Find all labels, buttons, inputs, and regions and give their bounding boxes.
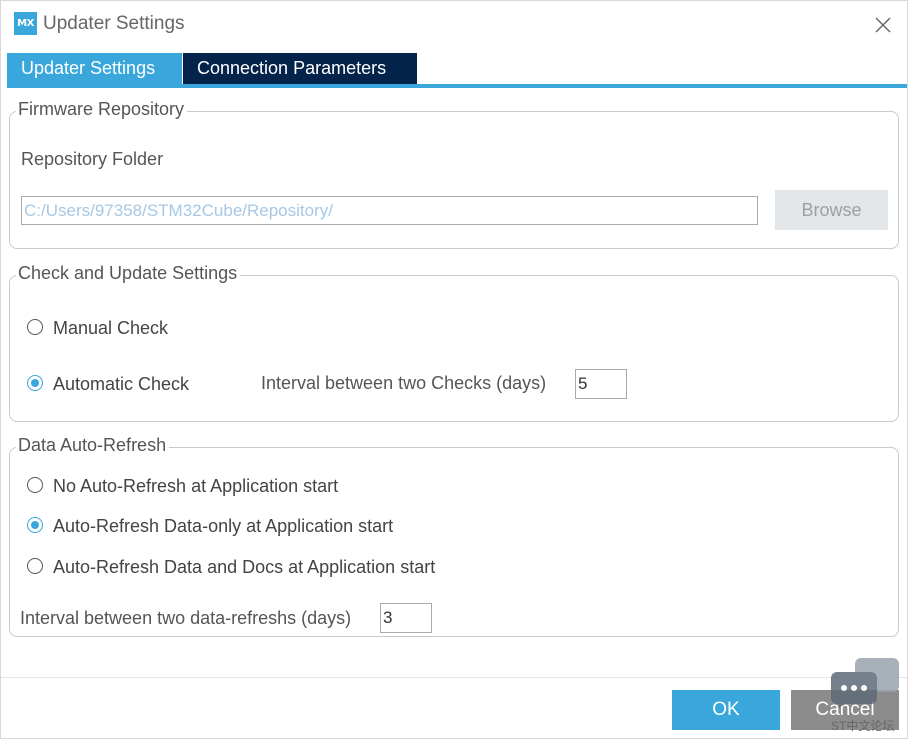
no-auto-refresh-label: No Auto-Refresh at Application start	[53, 476, 339, 496]
auto-refresh-data-only-label: Auto-Refresh Data-only at Application st…	[53, 516, 394, 536]
updater-settings-dialog: MX Updater Settings Updater Settings Con…	[0, 0, 908, 739]
browse-button[interactable]: Browse	[775, 190, 888, 230]
tab-underline	[7, 84, 907, 88]
radio-button-unchecked[interactable]	[27, 558, 43, 574]
data-auto-refresh-group: Data Auto-Refresh No Auto-Refresh at App…	[9, 435, 899, 637]
radio-button-unchecked[interactable]	[27, 477, 43, 493]
check-interval-input[interactable]: 5	[575, 369, 627, 399]
window-title: Updater Settings	[43, 13, 185, 34]
auto-refresh-data-docs-label: Auto-Refresh Data and Docs at Applicatio…	[53, 557, 436, 577]
chat-bubbles-icon	[831, 658, 899, 708]
check-update-group: Check and Update Settings Manual Check A…	[9, 263, 899, 422]
ok-button[interactable]: OK	[672, 690, 780, 730]
tab-updater-settings[interactable]: Updater Settings	[7, 53, 182, 84]
title-bar: MX Updater Settings	[1, 1, 907, 47]
repository-folder-input[interactable]: C:/Users/97358/STM32Cube/Repository/	[21, 196, 758, 225]
manual-check-label: Manual Check	[53, 318, 169, 338]
close-button[interactable]	[869, 11, 897, 39]
close-icon	[875, 17, 891, 33]
repository-folder-label: Repository Folder	[21, 149, 164, 169]
tab-connection-parameters[interactable]: Connection Parameters	[183, 53, 417, 84]
forum-watermark-text: ST中文论坛	[831, 719, 895, 733]
refresh-interval-label: Interval between two data-refreshs (days…	[20, 608, 352, 628]
refresh-interval-input[interactable]: 3	[380, 603, 432, 633]
radio-button-checked[interactable]	[27, 517, 43, 533]
check-update-legend: Check and Update Settings	[16, 263, 241, 284]
firmware-repository-group: Firmware Repository Repository Folder C:…	[9, 99, 899, 249]
automatic-check-label: Automatic Check	[53, 374, 190, 394]
radio-button-unchecked[interactable]	[27, 319, 43, 335]
radio-button-checked[interactable]	[27, 375, 43, 391]
footer-divider	[1, 677, 907, 678]
data-auto-refresh-legend: Data Auto-Refresh	[16, 435, 170, 456]
check-interval-label: Interval between two Checks (days)	[261, 373, 547, 393]
firmware-repository-legend: Firmware Repository	[16, 99, 188, 120]
stm32cubemx-logo-icon: MX	[14, 12, 37, 35]
